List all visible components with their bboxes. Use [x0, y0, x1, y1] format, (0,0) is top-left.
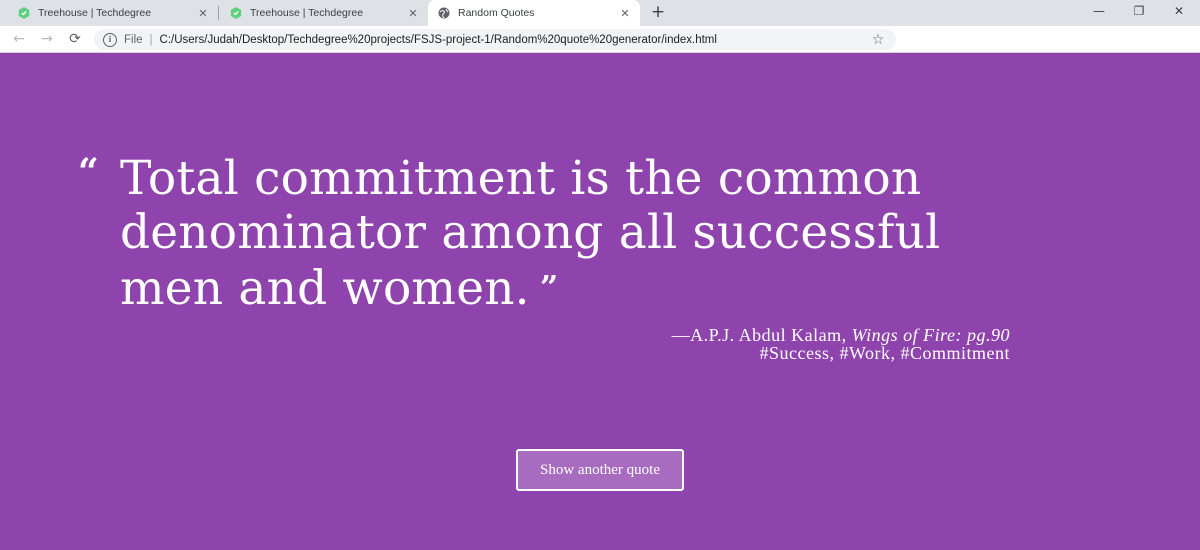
- globe-icon: [438, 7, 450, 19]
- minimize-button[interactable]: —: [1080, 0, 1118, 24]
- back-arrow-icon[interactable]: ←: [8, 28, 30, 50]
- treehouse-icon: [18, 7, 30, 19]
- tab-random-quotes[interactable]: Random Quotes ✕: [428, 0, 640, 26]
- tab-close-icon[interactable]: ✕: [194, 7, 212, 20]
- bookmark-star-icon[interactable]: ☆: [868, 32, 888, 48]
- restore-button[interactable]: ❐: [1120, 0, 1158, 24]
- window-close-button[interactable]: ✕: [1160, 0, 1198, 24]
- new-tab-button[interactable]: +: [648, 2, 668, 22]
- open-quote-mark: “: [78, 151, 99, 193]
- quote-paragraph: Total commitment is the common denominat…: [120, 152, 1020, 316]
- tab-title: Random Quotes: [458, 7, 535, 19]
- quote-text: Total commitment is the common denominat…: [120, 151, 941, 316]
- quote-source: —A.P.J. Abdul Kalam, Wings of Fire: pg.9…: [0, 326, 1010, 344]
- source-citation: Wings of Fire: pg.90: [851, 325, 1010, 345]
- tab-title: Treehouse | Techdegree: [38, 7, 152, 19]
- address-bar[interactable]: i File | C:/Users/Judah/Desktop/Techdegr…: [94, 29, 896, 50]
- scheme-label: File: [124, 33, 143, 46]
- page-content: “ Total commitment is the common denomin…: [0, 54, 1200, 550]
- info-icon[interactable]: i: [103, 32, 117, 47]
- tab-treehouse-2[interactable]: Treehouse | Techdegree ✕: [212, 0, 428, 26]
- url-text[interactable]: C:/Users/Judah/Desktop/Techdegree%20proj…: [160, 34, 868, 46]
- browser-toolbar: ← → ⟳ i File | C:/Users/Judah/Desktop/Te…: [0, 26, 1200, 53]
- source-author: —A.P.J. Abdul Kalam,: [671, 325, 852, 345]
- quote-tags: #Success, #Work, #Commitment: [759, 343, 1010, 363]
- address-divider: |: [149, 33, 153, 46]
- tab-close-icon[interactable]: ✕: [404, 7, 422, 20]
- close-quote-mark: ”: [539, 268, 559, 306]
- tab-strip: Treehouse | Techdegree ✕ Treehouse | Tec…: [0, 0, 1200, 26]
- quote-box: “ Total commitment is the common denomin…: [78, 152, 1020, 316]
- forward-arrow-icon[interactable]: →: [36, 28, 58, 50]
- tab-title: Treehouse | Techdegree: [250, 7, 364, 19]
- tab-close-icon[interactable]: ✕: [616, 7, 634, 20]
- treehouse-icon: [230, 7, 242, 19]
- reload-icon[interactable]: ⟳: [64, 28, 86, 50]
- show-another-quote-button[interactable]: Show another quote: [516, 449, 684, 491]
- tab-treehouse-1[interactable]: Treehouse | Techdegree ✕: [0, 0, 218, 26]
